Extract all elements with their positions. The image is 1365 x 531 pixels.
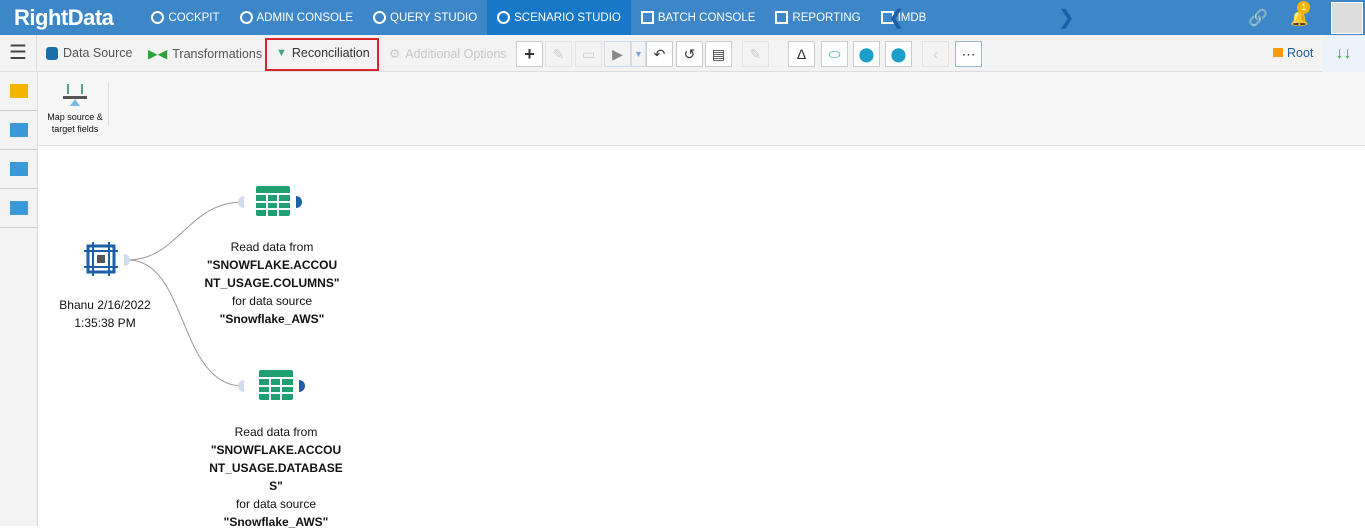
nav-cockpit[interactable]: COCKPIT [141, 0, 229, 35]
table-name: "SNOWFLAKE.ACCOUNT_USAGE.COLUMNS" [204, 258, 340, 290]
bell-icon[interactable]: 🔔 1 [1290, 0, 1311, 27]
link-icon[interactable]: 🔗 [1248, 8, 1268, 28]
nav-label: COCKPIT [168, 11, 220, 24]
nav-query-studio[interactable]: QUERY STUDIO [363, 0, 487, 35]
avatar[interactable] [1331, 1, 1363, 34]
label: Map source & target fields [47, 112, 103, 134]
sidebar-settings[interactable] [0, 189, 37, 228]
additional-options-button[interactable]: ⚙ Additional Options [389, 46, 507, 62]
nav-label: ADMIN CONSOLE [256, 11, 354, 24]
nav-label: REPORTING [792, 11, 861, 24]
batch-icon [640, 11, 654, 24]
nav-scenario-studio[interactable]: SCENARIO STUDIO [487, 0, 631, 35]
read-node-1-label[interactable]: Read data from "SNOWFLAKE.ACCOUNT_USAGE.… [204, 238, 340, 328]
chevron-right-icon[interactable]: ❯ [1058, 5, 1075, 30]
nav-label: QUERY STUDIO [390, 11, 478, 24]
collapse-icon[interactable]: ‹ [922, 41, 949, 67]
run-icon[interactable]: ▶ [604, 41, 631, 67]
settings-icon [9, 201, 28, 215]
transformations-button[interactable]: ▶◀ Transformations [148, 46, 263, 62]
chevron-down-icon[interactable]: ▼ [631, 41, 646, 67]
sidebar-add[interactable] [0, 111, 37, 150]
cockpit-icon [151, 11, 165, 24]
label: 1:35:38 PM [74, 316, 136, 330]
toolbar: ☰ Data Source ▶◀ Transformations ▼ Reconci… [0, 35, 1365, 72]
label: Additional Options [405, 46, 507, 61]
map-fields-button[interactable]: Map source & target fields [42, 82, 108, 135]
ribbon: Map source & target fields [38, 72, 1365, 146]
edit-icon[interactable]: ✎ [545, 41, 572, 67]
script-icon[interactable]: ▤ [705, 41, 732, 67]
top-navigation: RightData COCKPIT ADMIN CONSOLE QUERY ST… [0, 0, 1365, 35]
nav-batch-console[interactable]: BATCH CONSOLE [631, 0, 766, 35]
menu-icon[interactable]: ☰ [0, 35, 37, 72]
label: Data Source [63, 46, 133, 60]
history-icon[interactable]: ↺ [676, 41, 703, 67]
report-icon [775, 11, 789, 24]
label: Transformations [172, 46, 263, 61]
logo: RightData [14, 4, 114, 30]
table-icon [238, 370, 305, 400]
reconciliation-button[interactable]: ▼ Reconciliation [276, 46, 370, 60]
label: Reconciliation [291, 46, 370, 60]
label: Read data from [234, 425, 318, 439]
chart-icon [9, 162, 28, 176]
table-icon [238, 186, 302, 216]
source-name: "Snowflake_AWS" [223, 515, 329, 529]
map-fields-icon[interactable]: ↓↓ [1322, 35, 1365, 72]
label: for data source [235, 497, 317, 511]
read-node-2-label[interactable]: Read data from "SNOWFLAKE.ACCOUNT_USAGE.… [208, 423, 344, 531]
folder-icon [9, 84, 28, 98]
chart-icon[interactable]: Δ [788, 41, 815, 67]
undo-icon[interactable]: ↶ [646, 41, 673, 67]
flow-canvas: Bhanu 2/16/2022 1:35:38 PM Read data fro… [38, 146, 1365, 529]
add-icon[interactable]: + [516, 41, 543, 67]
gear-icon [239, 11, 253, 24]
label: Read data from [230, 240, 314, 254]
label: Bhanu 2/16/2022 [59, 298, 151, 312]
sidebar-chart[interactable] [0, 150, 37, 189]
nav-label: BATCH CONSOLE [657, 11, 756, 24]
join-right-icon[interactable]: ⬤ [885, 41, 912, 67]
join-inner-icon[interactable]: ⬭ [821, 41, 848, 67]
map-fields-icon [63, 84, 87, 106]
nav-label: SCENARIO STUDIO [514, 11, 621, 24]
chevron-left-icon[interactable]: ❮ [888, 5, 905, 30]
start-node-label[interactable]: Bhanu 2/16/2022 1:35:38 PM [44, 296, 166, 332]
database-icon [373, 11, 387, 24]
join-left-icon[interactable]: ⬤ [853, 41, 880, 67]
divider [108, 82, 109, 126]
database-icon [46, 46, 58, 60]
root-breadcrumb[interactable]: Root [1273, 46, 1313, 60]
add-node-icon [9, 123, 28, 137]
start-node-icon [84, 242, 130, 276]
nav-reporting[interactable]: REPORTING [765, 0, 870, 35]
sidebar-open-folder[interactable] [0, 72, 37, 111]
sidebar [0, 72, 38, 526]
label: for data source [231, 294, 313, 308]
table-name: "SNOWFLAKE.ACCOUNT_USAGE.DATABASES" [209, 443, 343, 493]
nav-admin-console[interactable]: ADMIN CONSOLE [230, 0, 364, 35]
source-name: "Snowflake_AWS" [219, 312, 325, 326]
more-icon[interactable]: ⋯ [955, 41, 982, 67]
reconcile-icon: ▼ [276, 47, 287, 59]
flow-icon [497, 11, 511, 24]
monitor-icon[interactable]: ▭ [575, 41, 602, 67]
transform-icon: ▶◀ [148, 47, 168, 61]
data-source-button[interactable]: Data Source [46, 46, 132, 60]
gear-icon: ⚙ [389, 47, 401, 61]
notification-badge: 1 [1297, 0, 1311, 14]
edit-disabled-icon[interactable]: ✎ [742, 41, 769, 67]
